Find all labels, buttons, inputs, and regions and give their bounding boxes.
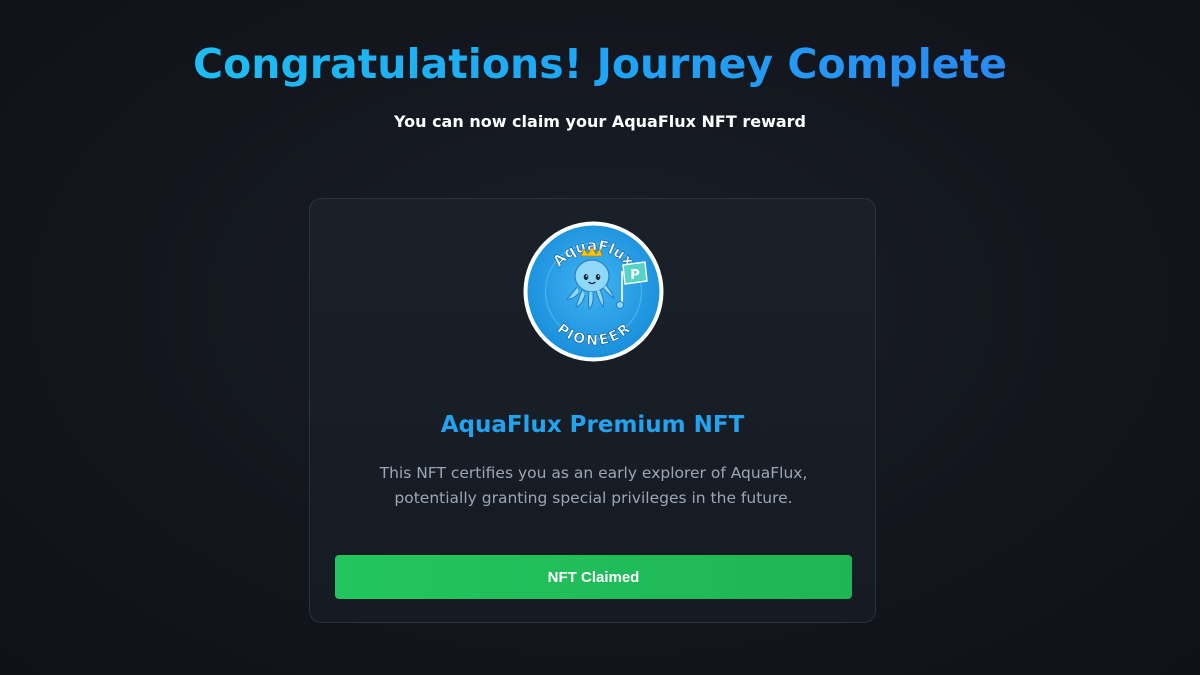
page-title: Congratulations! Journey Complete	[0, 36, 1200, 92]
nft-badge-image: AquaFlux PIONEER P	[523, 221, 664, 362]
nft-claimed-button[interactable]: NFT Claimed	[335, 555, 852, 599]
page-subtitle: You can now claim your AquaFlux NFT rewa…	[394, 112, 806, 131]
nft-title: AquaFlux Premium NFT	[440, 412, 745, 438]
octopus-mascot-icon: AquaFlux PIONEER P	[523, 221, 664, 362]
nft-description: This NFT certifies you as an early explo…	[379, 464, 808, 507]
badge-flag-letter: P	[630, 268, 640, 283]
nft-card: AquaFlux PIONEER P AquaFlux Premium NFT …	[309, 198, 876, 623]
header: Congratulations! Journey Complete You ca…	[0, 0, 1200, 131]
